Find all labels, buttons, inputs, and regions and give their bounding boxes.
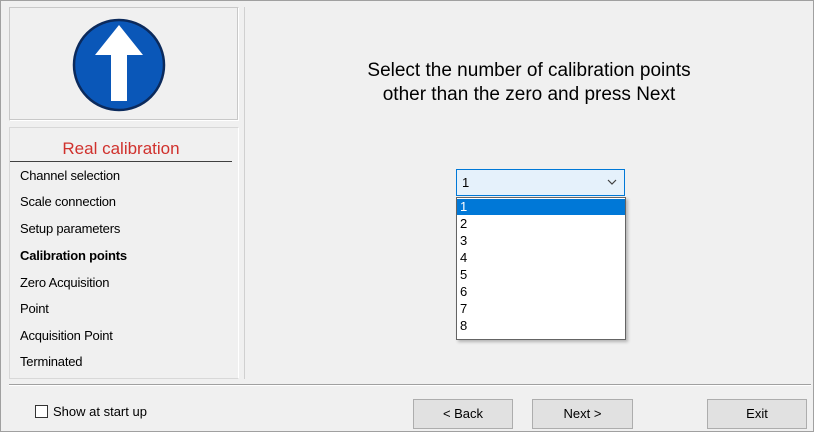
chevron-down-icon [607,179,617,185]
step-point: Point [20,301,49,316]
logo-box [9,7,239,121]
wizard-window: Real calibration Channel selection Scale… [0,0,814,432]
instruction-line-1: Select the number of calibration points [367,60,691,81]
select-value: 1 [462,175,470,190]
step-channel-selection: Channel selection [20,168,120,183]
option-8[interactable]: 8 [457,318,625,334]
up-arrow-sign-icon [72,18,166,112]
exit-button[interactable]: Exit [707,399,807,429]
option-2[interactable]: 2 [457,216,625,232]
calibration-points-dropdown: 1 2 3 4 5 6 7 8 [456,197,626,340]
option-3[interactable]: 3 [457,233,625,249]
step-setup-parameters: Setup parameters [20,221,121,236]
left-panel: Real calibration Channel selection Scale… [9,7,239,379]
option-5[interactable]: 5 [457,267,625,283]
option-4[interactable]: 4 [457,250,625,266]
back-button[interactable]: < Back [413,399,513,429]
calibration-points-select[interactable]: 1 [456,169,625,196]
instruction-line-2: other than the zero and press Next [382,84,676,105]
show-at-startup-checkbox[interactable] [35,405,48,418]
show-at-startup-label[interactable]: Show at start up [53,404,147,419]
steps-list: Real calibration Channel selection Scale… [9,127,239,379]
step-calibration-points: Calibration points [20,248,127,263]
step-terminated: Terminated [20,354,83,369]
next-button[interactable]: Next > [532,399,633,429]
footer-divider [9,384,811,386]
step-acquisition-point: Acquisition Point [20,328,113,343]
step-scale-connection: Scale connection [20,194,116,209]
step-zero-acquisition: Zero Acquisition [20,275,110,290]
option-1[interactable]: 1 [457,199,625,215]
option-6[interactable]: 6 [457,284,625,300]
steps-title: Real calibration [10,136,232,162]
instruction-text: Select the number of calibration points … [245,59,813,107]
option-7[interactable]: 7 [457,301,625,317]
